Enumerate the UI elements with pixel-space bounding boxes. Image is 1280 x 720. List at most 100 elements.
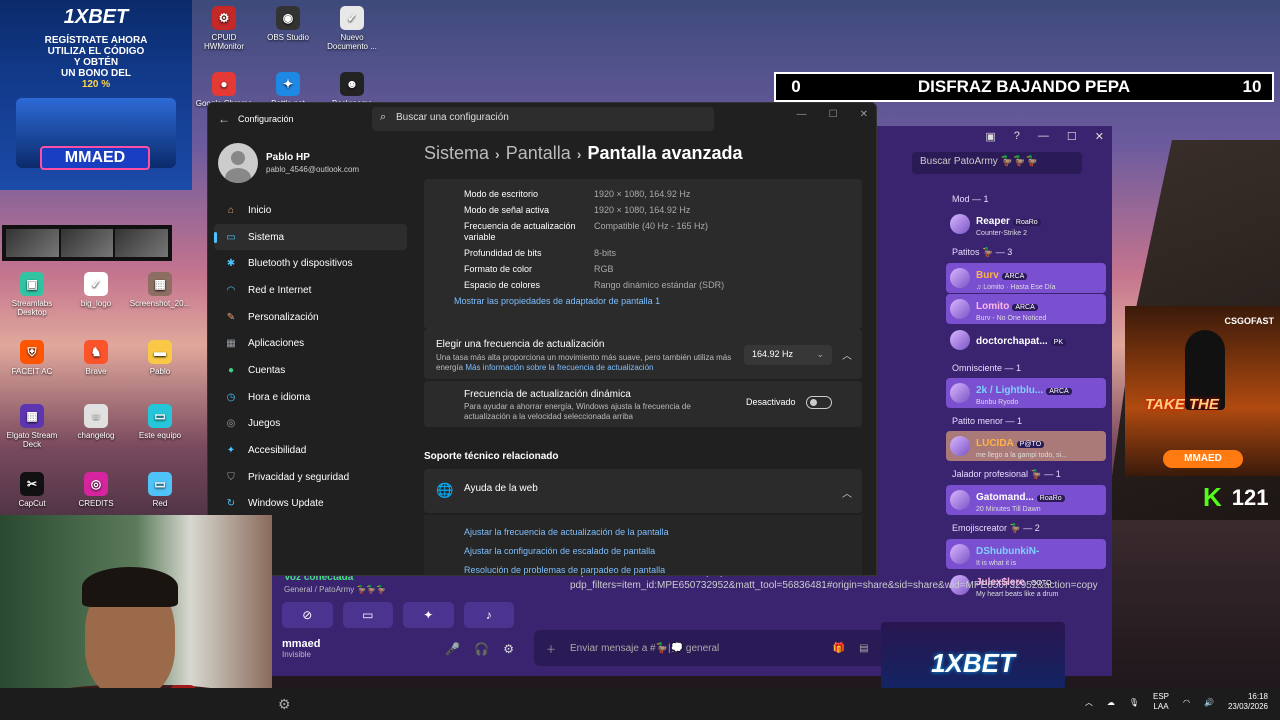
cloud-icon[interactable]: ☁: [1107, 698, 1115, 707]
info-row: Frecuencia de actualización variable Comp…: [464, 221, 862, 243]
volume-icon[interactable]: 🔊: [1204, 698, 1214, 707]
kick-logo-icon: K: [1203, 482, 1222, 512]
member-item[interactable]: LUCIDA P@TO me llego a la gampi todo, si.…: [946, 431, 1106, 461]
taskbar: ⚙ ︿ ☁ 🎙 ESP LAA ◠ 🔊 16:18 23/03/2026: [0, 688, 1280, 720]
minimize-icon[interactable]: —: [1038, 130, 1049, 144]
avatar: [950, 544, 970, 564]
ad-brand: 1XBET: [63, 6, 129, 28]
backrooms-icon: ☻: [340, 72, 364, 96]
gift-icon[interactable]: 🎁: [833, 643, 845, 654]
desktop-icon[interactable]: ✓ Nuevo Documento ...: [320, 6, 384, 51]
desktop-icon[interactable]: ≡ changelog: [64, 404, 128, 440]
nav-item-bluetooth[interactable]: ✱ Bluetooth y dispositivos: [208, 250, 413, 277]
minimize-icon[interactable]: —: [797, 109, 807, 120]
help-link[interactable]: Ajustar la configuración de escalado de …: [464, 546, 862, 556]
desktop-icon[interactable]: ⛨ FACEIT AC: [0, 340, 64, 376]
activities-icon[interactable]: ✦: [403, 602, 454, 628]
headphones-icon[interactable]: 🎧: [474, 642, 489, 656]
member-item[interactable]: 2k / Lightblu... ARCA Bunbu Ryodo: [946, 378, 1106, 408]
maximize-icon[interactable]: ☐: [1067, 130, 1077, 144]
member-item[interactable]: DShubunkiN- It is what it is: [946, 539, 1106, 569]
microphone-icon[interactable]: 🎤: [445, 642, 460, 656]
back-arrow-icon[interactable]: ←: [218, 112, 238, 126]
language-indicator[interactable]: ESP LAA: [1153, 692, 1169, 712]
gif-icon[interactable]: ▤: [859, 643, 868, 654]
nav-item-inicio[interactable]: ⌂ Inicio: [208, 197, 413, 224]
member-item[interactable]: doctorchapat... PK: [946, 325, 1106, 355]
desktop-icon[interactable]: ✓ big_logo: [64, 272, 128, 308]
help-link[interactable]: Resolución de problemas de parpadeo de p…: [464, 565, 862, 575]
member-name: LUCIDA: [976, 437, 1014, 449]
soundboard-icon[interactable]: ♪: [463, 602, 514, 628]
nav-item-accesibilidad[interactable]: ✦ Accesibilidad: [208, 437, 413, 464]
desktop-icon[interactable]: ⚙ CPUID HWMonitor: [192, 6, 256, 51]
member-group-title: Omnisciente — 1: [952, 363, 1022, 373]
close-icon[interactable]: ✕: [860, 109, 868, 120]
screen-share-icon[interactable]: ▭: [342, 602, 393, 628]
nav-item-sistema[interactable]: ▭ Sistema: [214, 223, 407, 251]
desktop-icon[interactable]: ▭ Este equipo: [128, 404, 192, 440]
voice-channel[interactable]: General / PatoArmy 🦆🦆🦆: [284, 585, 512, 594]
member-name: Burv: [976, 269, 999, 281]
nav-item-cuentas[interactable]: ● Cuentas: [208, 357, 413, 384]
close-icon[interactable]: ✕: [1095, 130, 1104, 144]
add-attachment-icon[interactable]: ＋: [546, 641, 556, 656]
help-icon[interactable]: ?: [1014, 130, 1020, 144]
member-item[interactable]: Lomito ARCA Burv - No One Noticed: [946, 294, 1106, 324]
help-web-card[interactable]: 🌐 Ayuda de la web ︿: [424, 469, 862, 513]
nav-item-red[interactable]: ◠ Red e Internet: [208, 277, 413, 304]
breadcrumb-item-pantalla[interactable]: Pantalla: [506, 143, 571, 163]
nav-item-juegos[interactable]: ◎ Juegos: [208, 411, 413, 438]
desktop-icon[interactable]: ◉ OBS Studio: [256, 6, 320, 42]
breadcrumb-item-sistema[interactable]: Sistema: [424, 143, 489, 163]
desktop-icon-label: Red: [152, 499, 168, 508]
avatar: [950, 490, 970, 510]
apps-icon: ▦: [226, 338, 236, 350]
app-icon[interactable]: ⚙: [278, 696, 294, 712]
nav-item-hora[interactable]: ◷ Hora e idioma: [208, 384, 413, 411]
chevron-up-icon[interactable]: ︿: [842, 347, 852, 362]
camera-off-icon[interactable]: ⊘: [282, 602, 333, 628]
chevron-up-icon[interactable]: ︿: [842, 485, 852, 500]
refresh-rate-dropdown[interactable]: 164.92 Hz ⌄: [744, 345, 832, 365]
refresh-rate-more-link[interactable]: Más información sobre la frecuencia de a…: [465, 363, 653, 372]
inbox-icon[interactable]: ▣: [985, 130, 995, 144]
desktop-icon[interactable]: ✂ CapCut: [0, 472, 64, 508]
desktop-icon[interactable]: ▦ Screenshot_20...: [128, 272, 192, 308]
member-item[interactable]: Reaper RoaRo Counter-Strike 2: [946, 209, 1106, 239]
adapter-properties-link[interactable]: Mostrar las propiedades de adaptador de …: [454, 296, 862, 306]
desktop-icon[interactable]: ▬ Pablo: [128, 340, 192, 376]
maximize-icon[interactable]: ☐: [829, 109, 838, 120]
page-title: Pantalla avanzada: [587, 143, 743, 163]
member-item[interactable]: Burv ARCA ♫ Lomito · Hasta Ese Día: [946, 263, 1106, 293]
nav-item-label: Privacidad y seguridad: [248, 471, 350, 483]
user-profile[interactable]: Pablo HP pablo_4546@outlook.com: [208, 135, 413, 197]
wifi-icon[interactable]: ◠: [1183, 698, 1190, 707]
desktop-icon[interactable]: ▦ Elgato Stream Deck: [0, 404, 64, 449]
info-row: Modo de escritorio 1920 × 1080, 164.92 Hz: [464, 189, 862, 200]
desktop-icon[interactable]: ◎ CREDITS: [64, 472, 128, 508]
discord-search-input[interactable]: Buscar PatoArmy 🦆🦆🦆: [912, 152, 1082, 174]
desktop-icon[interactable]: ♞ Brave: [64, 340, 128, 376]
chevron-up-icon[interactable]: ︿: [1085, 697, 1093, 708]
settings-search-input[interactable]: ⌕ Buscar una configuración: [372, 107, 714, 131]
desktop-icon[interactable]: ▣ Streamlabs Desktop: [0, 272, 64, 317]
desktop-icon[interactable]: ▭ Red: [128, 472, 192, 508]
chevron-right-icon: ›: [495, 146, 500, 162]
info-key: Profundidad de bits: [464, 248, 542, 258]
username[interactable]: mmaed: [282, 638, 321, 650]
nav-item-personalización[interactable]: ✎ Personalización: [208, 304, 413, 331]
clock[interactable]: 16:18 23/03/2026: [1228, 692, 1268, 712]
nav-item-privacidad[interactable]: ⛉ Privacidad y seguridad: [208, 464, 413, 491]
nav-item-aplicaciones[interactable]: ▦ Aplicaciones: [208, 330, 413, 357]
message-input[interactable]: ＋ Enviar mensaje a #🦆|💭 general 🎁 ▤ ▨: [534, 630, 904, 666]
window-controls: — ☐ ✕: [797, 109, 868, 120]
microphone-icon[interactable]: 🎙: [1129, 698, 1139, 707]
brave-icon: ♞: [84, 340, 108, 364]
dynamic-refresh-toggle[interactable]: [806, 396, 832, 409]
help-link[interactable]: Ajustar la frecuencia de actualización d…: [464, 527, 862, 537]
member-status: me llego a la gampi todo, si...: [976, 451, 1068, 459]
settings-gear-icon[interactable]: ⚙: [503, 642, 514, 656]
nav-item-windows[interactable]: ↻ Windows Update: [208, 491, 413, 518]
member-item[interactable]: Gatomand... RoaRo 20 Minutes Till Dawn: [946, 485, 1106, 515]
